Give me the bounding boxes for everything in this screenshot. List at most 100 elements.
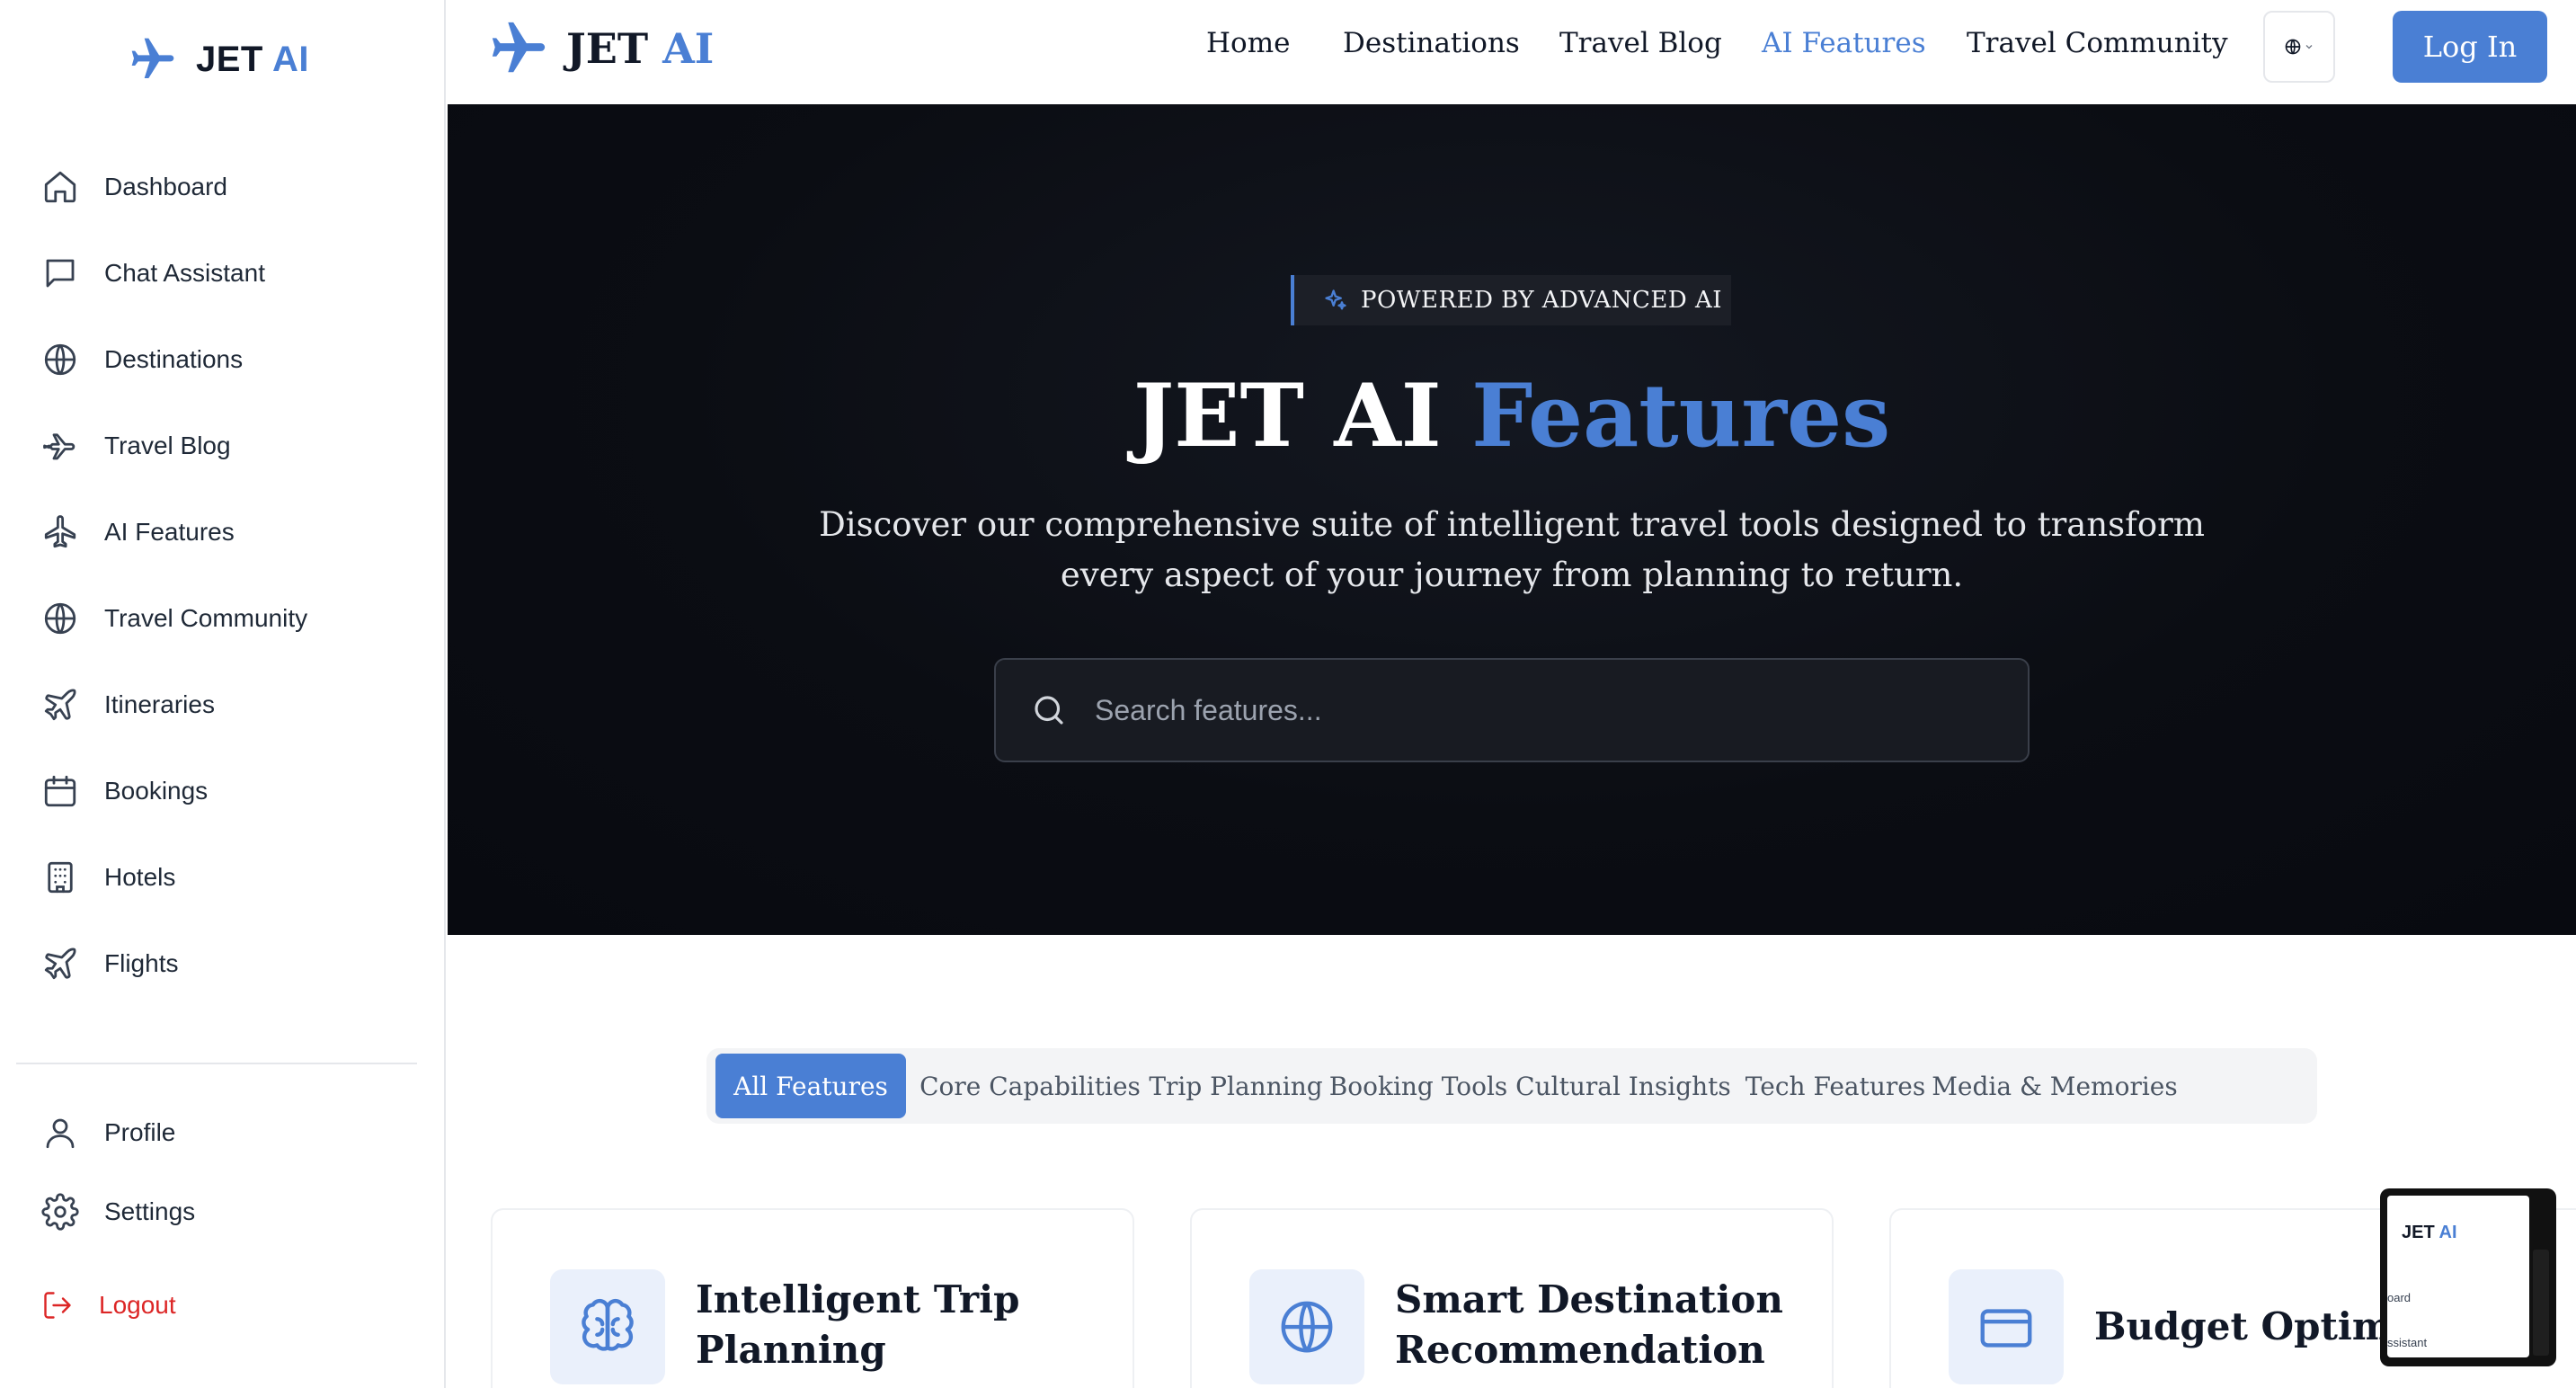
- sidebar-item-label: Destinations: [104, 345, 244, 373]
- sidebar-item-label: Itineraries: [104, 690, 215, 718]
- nav-link-home[interactable]: Home: [1206, 27, 1290, 59]
- search-icon: [1035, 696, 1063, 725]
- mini-brand-accent: AI: [2438, 1223, 2457, 1242]
- sidebar-item-travel-community[interactable]: Travel Community: [41, 590, 419, 647]
- mini-preview-window[interactable]: JET AI oard ssistant: [2380, 1188, 2556, 1366]
- sidebar-item-label: AI Features: [104, 518, 235, 546]
- search-input[interactable]: [1095, 693, 1994, 727]
- plane-icon: [43, 433, 76, 460]
- sidebar-item-label: Hotels: [104, 863, 176, 891]
- user-icon: [46, 1118, 75, 1149]
- sparkle-icon: [1325, 289, 1346, 310]
- globe-icon: [44, 343, 76, 376]
- search-bar[interactable]: [994, 658, 2030, 762]
- sidebar-item-label: Dashboard: [104, 173, 227, 200]
- brand-accent: AI: [662, 24, 715, 73]
- sidebar-item-label: Travel Community: [104, 604, 308, 632]
- mini-brand: JET AI: [2402, 1223, 2457, 1243]
- feature-title-line-1: Smart Destination: [1395, 1277, 1783, 1321]
- tab-core-capabilities[interactable]: Core Capabilities: [919, 1054, 1141, 1118]
- sidebar-item-label: Logout: [99, 1291, 176, 1319]
- page-title: JET AI Features: [448, 365, 2576, 467]
- logout-button[interactable]: Logout: [41, 1277, 419, 1334]
- language-selector[interactable]: [2263, 11, 2335, 83]
- category-tabs: All Features Core Capabilities Trip Plan…: [706, 1048, 2317, 1124]
- tab-all-features[interactable]: All Features: [715, 1054, 906, 1118]
- plane-tilt-icon: [44, 689, 76, 721]
- badge-text: POWERED BY ADVANCED AI: [1361, 287, 1722, 314]
- plane-logo-icon: [492, 22, 546, 73]
- sidebar-item-itineraries[interactable]: Itineraries: [41, 676, 419, 734]
- nav-link-travel-community[interactable]: Travel Community: [1967, 27, 2228, 59]
- calendar-icon: [44, 775, 76, 807]
- sidebar-item-label: Flights: [104, 949, 179, 977]
- hero-subtitle: Discover our comprehensive suite of inte…: [807, 500, 2216, 601]
- feature-icon-box: [550, 1269, 665, 1384]
- logout-icon: [44, 1292, 71, 1319]
- feature-icon-box: [1249, 1269, 1364, 1384]
- tab-booking-tools[interactable]: Booking Tools: [1329, 1054, 1508, 1118]
- tab-media-memories[interactable]: Media & Memories: [1932, 1054, 2177, 1118]
- nav-link-destinations[interactable]: Destinations: [1343, 27, 1520, 59]
- mini-text: ssistant: [2387, 1336, 2428, 1349]
- powered-by-badge: POWERED BY ADVANCED AI: [1291, 275, 1731, 325]
- feature-title-line-2: Planning: [696, 1328, 886, 1372]
- brain-icon: [582, 1298, 634, 1351]
- feature-title-line-2: Recommendation: [1395, 1328, 1765, 1372]
- sidebar-item-flights[interactable]: Flights: [41, 935, 419, 992]
- sidebar-item-label: Bookings: [104, 777, 209, 805]
- sidebar-item-label: Travel Blog: [104, 432, 231, 459]
- brand-accent: AI: [272, 39, 309, 79]
- building-icon: [48, 861, 73, 894]
- title-main: JET AI: [1133, 365, 1442, 467]
- sidebar-item-destinations[interactable]: Destinations: [41, 331, 419, 388]
- sidebar-brand: JET AI: [196, 40, 309, 80]
- tab-cultural-insights[interactable]: Cultural Insights: [1515, 1054, 1731, 1118]
- mini-scrollbar[interactable]: [2533, 1250, 2549, 1356]
- sidebar-logo[interactable]: JET AI: [128, 34, 309, 85]
- mini-text: oard: [2387, 1291, 2412, 1304]
- credit-card-icon: [1980, 1309, 2032, 1348]
- globe-icon: [44, 602, 76, 635]
- sidebar-item-ai-features[interactable]: AI Features: [41, 503, 419, 561]
- feature-card[interactable]: Smart Destination Recommendation: [1190, 1208, 1834, 1388]
- feature-icon-box: [1949, 1269, 2064, 1384]
- top-navbar: JET AI Home Destinations Travel Blog AI …: [448, 0, 2576, 104]
- mini-preview-content: JET AI oard ssistant: [2387, 1196, 2529, 1357]
- sidebar-item-hotels[interactable]: Hotels: [41, 849, 419, 906]
- sidebar-item-chat-assistant[interactable]: Chat Assistant: [41, 245, 419, 302]
- sidebar-item-profile[interactable]: Profile: [41, 1104, 419, 1161]
- home-icon: [44, 171, 76, 203]
- brand-main: JET: [196, 39, 263, 79]
- sidebar-divider: [16, 1063, 417, 1064]
- plane-up-icon: [44, 515, 76, 548]
- sidebar-item-dashboard[interactable]: Dashboard: [41, 158, 419, 216]
- sidebar-item-label: Chat Assistant: [104, 259, 265, 287]
- tab-trip-planning[interactable]: Trip Planning: [1149, 1054, 1322, 1118]
- subtitle-line-1: Discover our comprehensive suite of inte…: [819, 505, 2205, 544]
- nav-link-travel-blog[interactable]: Travel Blog: [1559, 27, 1722, 59]
- mini-brand-main: JET: [2402, 1223, 2435, 1242]
- hero-section: POWERED BY ADVANCED AI JET AI Features D…: [448, 104, 2576, 935]
- top-logo[interactable]: JET AI: [487, 16, 714, 81]
- login-button[interactable]: Log In: [2393, 11, 2547, 83]
- top-brand: JET AI: [566, 24, 714, 73]
- sidebar-item-label: Profile: [104, 1118, 176, 1146]
- feature-title: Smart Destination Recommendation: [1395, 1275, 1808, 1375]
- sidebar-item-travel-blog[interactable]: Travel Blog: [41, 417, 419, 475]
- chat-icon: [46, 259, 75, 288]
- feature-card[interactable]: Intelligent Trip Planning: [491, 1208, 1134, 1388]
- sidebar-item-bookings[interactable]: Bookings: [41, 762, 419, 820]
- sidebar: JET AI Dashboard Chat Assistant Destinat…: [0, 0, 446, 1388]
- globe-icon: [2285, 39, 2301, 55]
- nav-link-ai-features[interactable]: AI Features: [1762, 27, 1926, 59]
- plane-tilt-icon: [44, 948, 76, 980]
- sidebar-item-settings[interactable]: Settings: [41, 1183, 419, 1241]
- globe-icon: [1281, 1301, 1333, 1353]
- sidebar-item-label: Settings: [104, 1197, 196, 1225]
- title-accent: Features: [1471, 365, 1891, 467]
- feature-title: Intelligent Trip Planning: [696, 1275, 1109, 1375]
- plane-logo-icon: [131, 38, 174, 78]
- feature-title-line-1: Intelligent Trip: [696, 1277, 1020, 1321]
- tab-tech-features[interactable]: Tech Features: [1745, 1054, 1925, 1118]
